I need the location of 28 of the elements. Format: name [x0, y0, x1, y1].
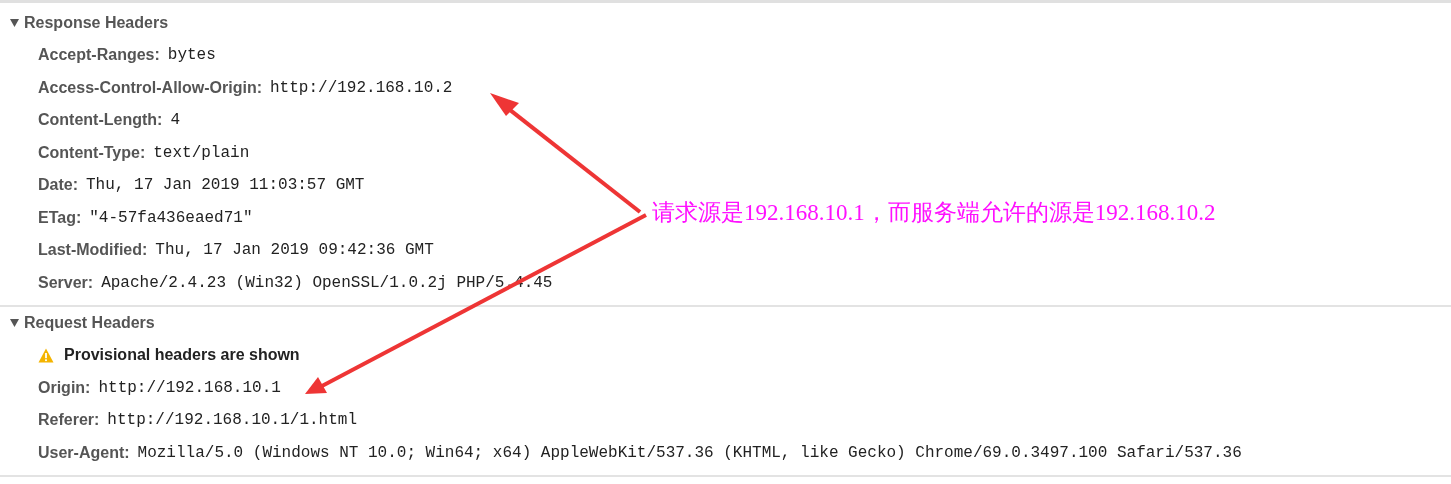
warning-icon	[38, 347, 54, 363]
header-name: Date:	[38, 176, 78, 195]
header-name: Server:	[38, 273, 94, 292]
header-value: http://192.168.10.2	[270, 78, 453, 97]
header-name: Content-Length:	[38, 111, 163, 130]
header-name: Accept-Ranges:	[38, 46, 160, 65]
header-value: Thu, 17 Jan 2019 09:42:36 GMT	[155, 241, 434, 260]
header-name: ETag:	[38, 208, 82, 227]
section-title[interactable]: Response Headers	[24, 14, 169, 32]
header-name: Referer:	[38, 411, 100, 430]
header-name: Access-Control-Allow-Origin:	[38, 78, 262, 97]
header-name: Content-Type:	[38, 143, 146, 162]
header-value: 4	[170, 111, 180, 130]
header-name: User-Agent:	[38, 443, 130, 462]
header-value: http://192.168.10.1	[98, 378, 281, 397]
expanded-triangle-icon[interactable]	[10, 19, 19, 27]
warning-text: Provisional headers are shown	[64, 346, 300, 365]
expanded-triangle-icon[interactable]	[10, 319, 19, 327]
header-value: Mozilla/5.0 (Windows NT 10.0; Win64; x64) AppleWebKit/537.36 (KHTML, like Gecko) Chrome/69.0.3497.100 Safari/537.36	[137, 443, 1242, 462]
annotation-text: 请求源是192.168.10.1，而服务端允许的源是192.168.10.2	[652, 199, 1216, 227]
header-value: "4-57fa436eaed71"	[89, 208, 253, 227]
header-name: Origin:	[38, 378, 91, 397]
header-value: bytes	[167, 46, 216, 65]
header-value: Thu, 17 Jan 2019 11:03:57 GMT	[86, 176, 365, 195]
header-value: text/plain	[153, 143, 250, 162]
header-name: Last-Modified:	[38, 241, 148, 260]
header-value: http://192.168.10.1/1.html	[107, 411, 357, 430]
section-title[interactable]: Request Headers	[24, 314, 155, 332]
